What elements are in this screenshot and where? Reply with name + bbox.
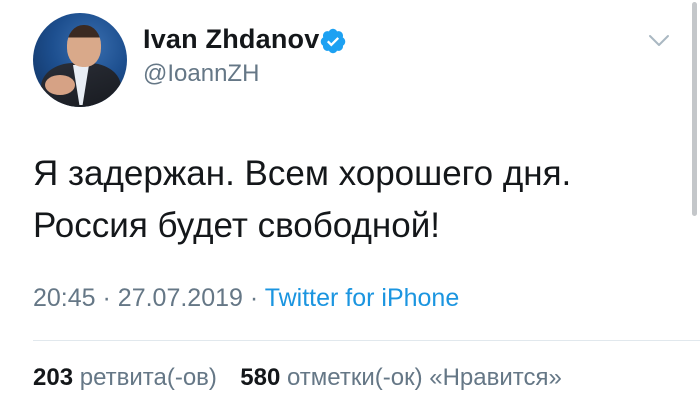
verified-badge-icon: [320, 28, 346, 54]
tweet-meta: 20:45 · 27.07.2019 · Twitter for iPhone: [33, 284, 459, 313]
avatar[interactable]: [33, 13, 127, 107]
tweet-text-line: Россия будет свободной!: [33, 206, 440, 245]
tweet-source-link[interactable]: Twitter for iPhone: [265, 284, 460, 312]
divider: [33, 340, 700, 341]
scrollbar[interactable]: [692, 2, 697, 216]
tweet-text: Я задержан. Всем хорошего дня. Россия бу…: [33, 148, 673, 252]
tweet-text-line: Я задержан. Всем хорошего дня.: [33, 154, 572, 193]
author-name[interactable]: Ivan Zhdanov: [143, 24, 319, 55]
chevron-down-icon[interactable]: [648, 33, 670, 49]
author-handle[interactable]: @IoannZH: [143, 60, 259, 88]
retweets-count: 203: [33, 364, 74, 391]
tweet-card: Ivan Zhdanov @IoannZH Я задержан. Всем х…: [0, 0, 700, 414]
tweet-stats: 203 ретвита(-ов) 580 отметки(-ок) «Нрави…: [33, 364, 562, 392]
tweet-date[interactable]: 27.07.2019: [118, 284, 243, 312]
meta-separator: ·: [102, 284, 111, 312]
avatar-hand: [45, 75, 75, 95]
likes-label: отметки(-ок) «Нравится»: [286, 364, 562, 391]
meta-separator: ·: [249, 284, 259, 312]
retweets-stat[interactable]: 203 ретвита(-ов): [33, 364, 224, 391]
likes-stat[interactable]: 580 отметки(-ок) «Нравится»: [240, 364, 562, 391]
likes-count: 580: [240, 364, 281, 391]
retweets-label: ретвита(-ов): [79, 364, 217, 391]
tweet-time[interactable]: 20:45: [33, 284, 96, 312]
avatar-head: [67, 25, 101, 67]
